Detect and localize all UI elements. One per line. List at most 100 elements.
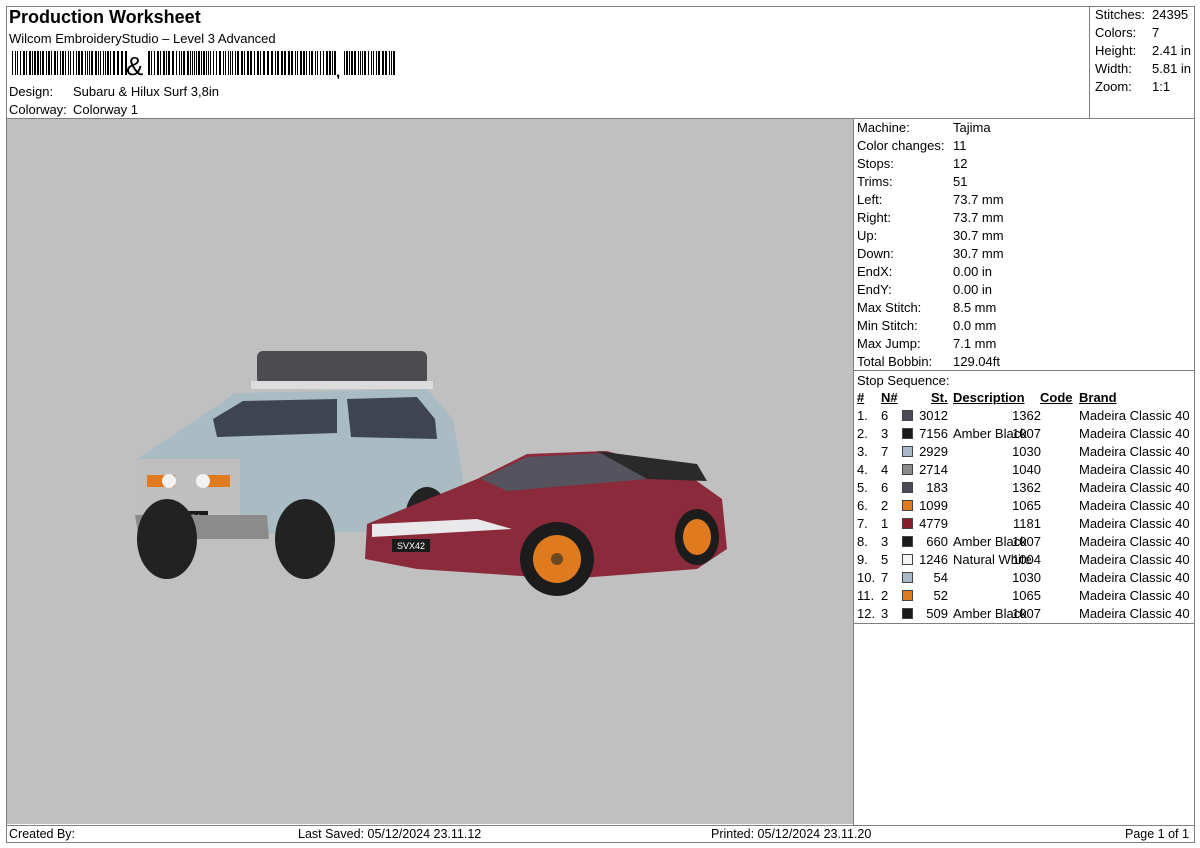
info-row: Total Bobbin: 129.04ft — [857, 354, 1000, 369]
info-value: 30.7 mm — [953, 228, 1004, 243]
colorway-name: Colorway 1 — [73, 102, 139, 117]
sequence-row: 12. 3 509 Amber Black 1007 Madeira Classic 40 — [857, 606, 1193, 624]
col-brand: Brand — [1079, 390, 1117, 405]
info-label: Max Jump: — [857, 336, 921, 351]
seq-num: 11. — [857, 588, 875, 603]
design-row: Design: Subaru & Hilux Surf 3,8in — [9, 84, 219, 99]
thread-color-swatch — [902, 428, 913, 439]
thread-color-swatch — [902, 500, 913, 511]
info-value: 0.0 mm — [953, 318, 997, 333]
seq-needle: 6 — [881, 480, 889, 495]
info-row: Trims: 51 — [857, 174, 967, 189]
info-row: Left: 73.7 mm — [857, 192, 1004, 207]
seq-stitches: 3012 — [919, 408, 948, 423]
design-preview: SUV SVX42 — [7, 119, 853, 824]
barcode: &, — [12, 51, 395, 79]
svg-text:&: & — [126, 51, 143, 79]
info-row: EndY: 0.00 in — [857, 282, 992, 297]
seq-num: 7. — [857, 516, 868, 531]
last-saved: Last Saved: 05/12/2024 23.11.12 — [298, 827, 482, 841]
sequence-row: 4. 4 2714 1040 Madeira Classic 40 — [857, 462, 1193, 480]
info-row: Max Jump: 7.1 mm — [857, 336, 996, 351]
info-label: Max Stitch: — [857, 300, 922, 315]
seq-needle: 7 — [881, 444, 889, 459]
info-label: Stops: — [857, 156, 894, 171]
page-number: Page 1 of 1 — [1125, 827, 1189, 841]
info-row: Min Stitch: 0.0 mm — [857, 318, 996, 333]
info-label: Left: — [857, 192, 883, 207]
sequence-row: 3. 7 2929 1030 Madeira Classic 40 — [857, 444, 1193, 462]
col-code: Code — [1040, 390, 1073, 405]
seq-code: 1065 — [1012, 588, 1041, 603]
info-divider — [853, 370, 1195, 371]
info-value: 73.7 mm — [953, 210, 1004, 225]
seq-needle: 6 — [881, 408, 889, 423]
info-value: 0.00 in — [953, 264, 993, 279]
seq-needle: 2 — [881, 498, 889, 513]
col-stitches: St. — [931, 390, 948, 405]
info-label: Color changes: — [857, 138, 945, 153]
colorway-label: Colorway: — [9, 102, 67, 117]
seq-code: 1362 — [1012, 408, 1041, 423]
stop-sequence-title: Stop Sequence: — [857, 373, 950, 388]
info-value: 129.04ft — [953, 354, 1000, 369]
info-label: Trims: — [857, 174, 893, 189]
info-label: Machine: — [857, 120, 910, 135]
sequence-row: 1. 6 3012 1362 Madeira Classic 40 — [857, 408, 1193, 426]
svg-text:,: , — [335, 57, 341, 79]
seq-num: 5. — [857, 480, 868, 495]
stat-colors: Colors: 7 — [1095, 25, 1160, 40]
seq-needle: 3 — [881, 534, 889, 549]
seq-brand: Madeira Classic 40 — [1079, 426, 1190, 441]
printed-date: Printed: 05/12/2024 23.11.20 — [711, 827, 872, 841]
thread-color-swatch — [902, 482, 913, 493]
seq-code: 1004 — [1012, 552, 1041, 567]
seq-stitches: 1099 — [919, 498, 948, 513]
thread-color-swatch — [902, 446, 913, 457]
seq-num: 2. — [857, 426, 868, 441]
info-label: Total Bobbin: — [857, 354, 933, 369]
stats-divider — [1089, 6, 1090, 118]
seq-stitches: 4779 — [919, 516, 948, 531]
info-row: Down: 30.7 mm — [857, 246, 1004, 261]
seq-num: 12. — [857, 606, 876, 621]
info-label: Right: — [857, 210, 891, 225]
thread-color-swatch — [902, 410, 913, 421]
footer-divider — [6, 825, 1195, 826]
car-plate-text: SVX42 — [397, 541, 425, 551]
sequence-row: 5. 6 183 1362 Madeira Classic 40 — [857, 480, 1193, 498]
info-value: Tajima — [953, 120, 991, 135]
seq-brand: Madeira Classic 40 — [1079, 498, 1190, 513]
info-row: Machine: Tajima — [857, 120, 991, 135]
seq-brand: Madeira Classic 40 — [1079, 606, 1190, 621]
seq-needle: 3 — [881, 606, 889, 621]
col-needle: N# — [881, 390, 898, 405]
stat-zoom: Zoom: 1:1 — [1095, 79, 1171, 94]
seq-stitches: 7156 — [919, 426, 948, 441]
seq-stitches: 660 — [926, 534, 948, 549]
seq-num: 8. — [857, 534, 868, 549]
seq-brand: Madeira Classic 40 — [1079, 570, 1190, 585]
seq-needle: 2 — [881, 588, 889, 603]
info-label: EndX: — [857, 264, 893, 279]
created-by: Created By: — [9, 827, 76, 841]
sequence-row: 7. 1 4779 1181 Madeira Classic 40 — [857, 516, 1193, 534]
info-label: EndY: — [857, 282, 892, 297]
seq-num: 4. — [857, 462, 868, 477]
info-value: 0.00 in — [953, 282, 993, 297]
sequence-row: 9. 5 1246 Natural White 1004 Madeira Classic … — [857, 552, 1193, 570]
info-label: Down: — [857, 246, 894, 261]
thread-color-swatch — [902, 518, 913, 529]
info-row: EndX: 0.00 in — [857, 264, 992, 279]
info-value: 51 — [953, 174, 968, 189]
seq-brand: Madeira Classic 40 — [1079, 462, 1190, 477]
thread-color-swatch — [902, 572, 913, 583]
sequence-row: 6. 2 1099 1065 Madeira Classic 40 — [857, 498, 1193, 516]
info-row: Max Stitch: 8.5 mm — [857, 300, 996, 315]
seq-code: 1030 — [1012, 444, 1041, 459]
thread-color-swatch — [902, 590, 913, 601]
info-value: 73.7 mm — [953, 192, 1004, 207]
info-row: Stops: 12 — [857, 156, 967, 171]
info-row: Right: 73.7 mm — [857, 210, 1004, 225]
info-value: 30.7 mm — [953, 246, 1004, 261]
